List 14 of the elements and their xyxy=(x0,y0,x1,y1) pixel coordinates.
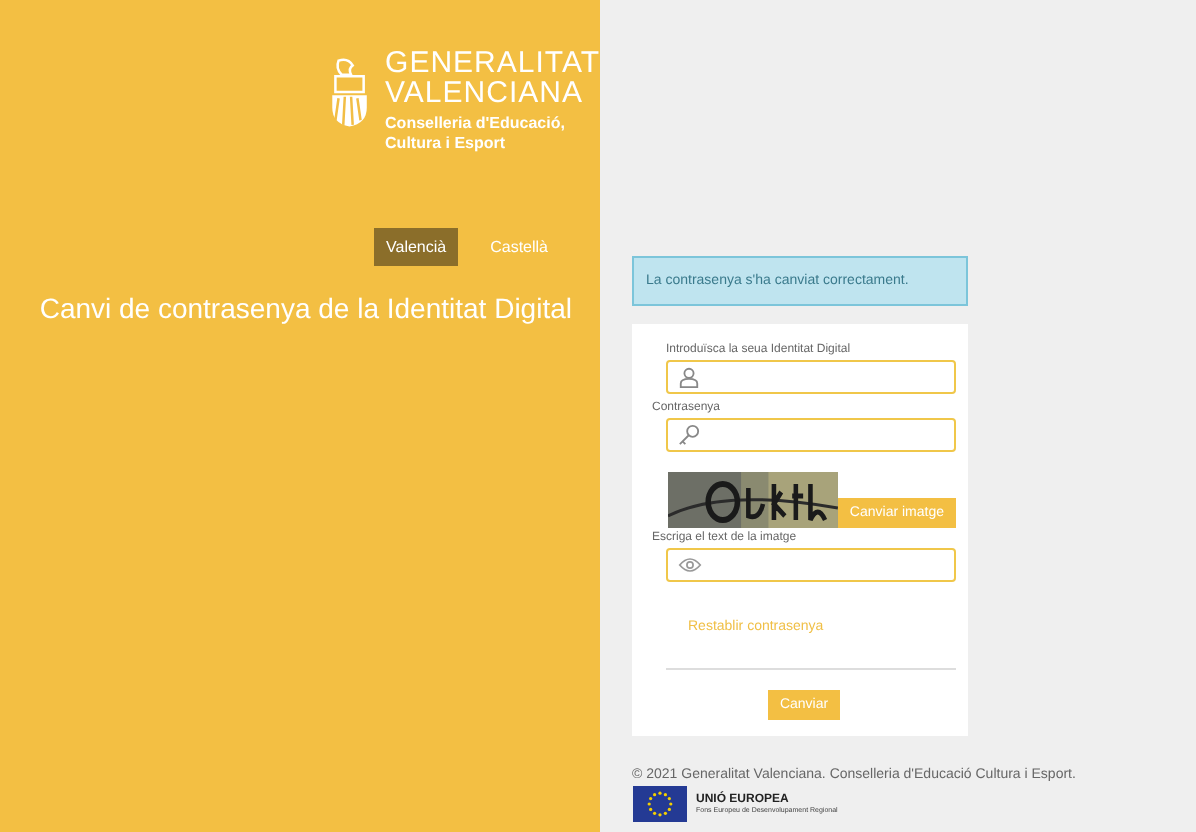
department-name: Conselleria d'Educació, xyxy=(385,114,567,134)
input-field[interactable] xyxy=(666,360,956,394)
brand-name: GENERALITAT xyxy=(385,48,600,78)
page-title: Canvi de contrasenya de la Identitat Digital xyxy=(39,290,572,326)
input-field[interactable] xyxy=(666,418,956,452)
eye-icon xyxy=(678,556,702,574)
department-name: Cultura i Esport xyxy=(385,134,508,154)
key-icon xyxy=(678,424,700,446)
eu-flag-icon xyxy=(632,786,688,822)
brand-name: VALENCIANA xyxy=(385,78,585,108)
input-field[interactable] xyxy=(666,548,956,582)
language-tab[interactable]: Valencià xyxy=(374,228,459,266)
user-icon xyxy=(678,366,700,388)
language-tab[interactable]: Castellà xyxy=(478,228,560,266)
